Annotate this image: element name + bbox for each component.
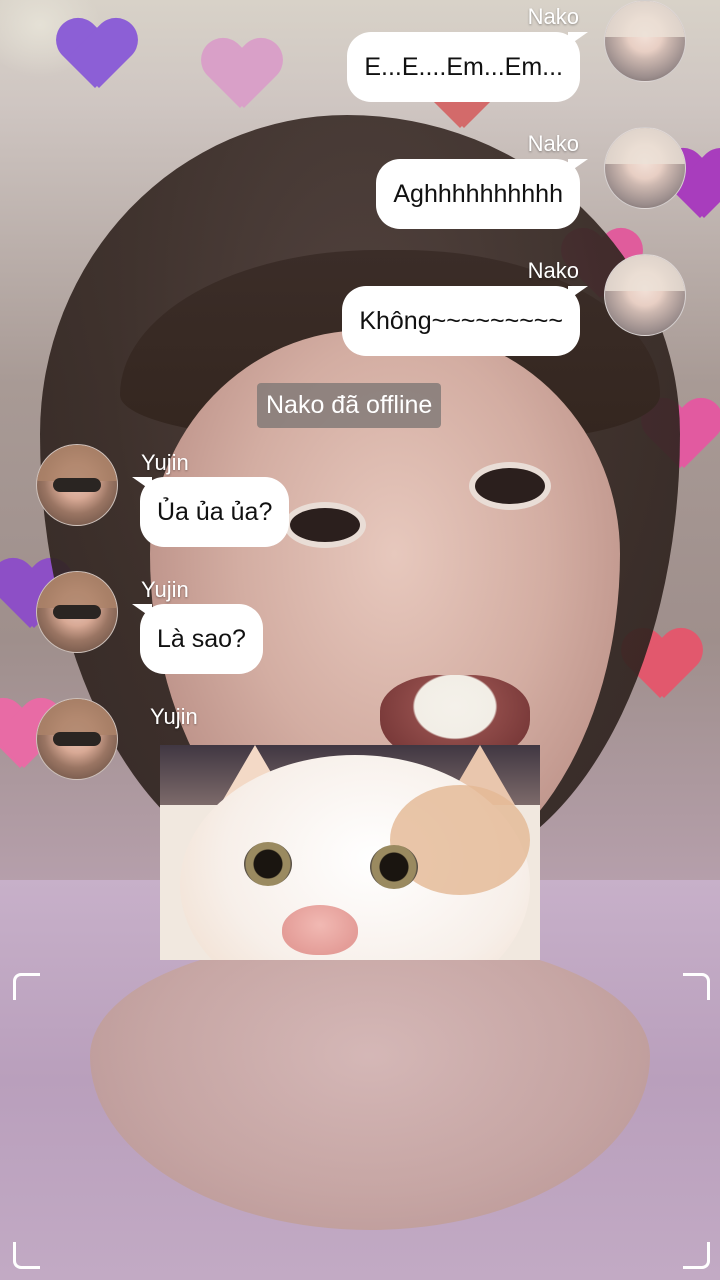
avatar-hair xyxy=(605,1,685,37)
image-message-cat[interactable] xyxy=(160,745,540,960)
viewfinder-corner-icon xyxy=(13,1242,40,1269)
sender-name: Nako xyxy=(527,131,579,156)
avatar-nako[interactable] xyxy=(604,0,686,82)
viewfinder-corner-icon xyxy=(683,973,710,1000)
sender-name: Yujin xyxy=(150,704,198,729)
sender-name: Nako xyxy=(527,4,579,29)
avatar-yujin[interactable] xyxy=(36,571,118,653)
chat-thread: Nako E...E....Em...Em... Nako Aghhhhhhhh… xyxy=(0,0,720,1280)
sender-name: Nako xyxy=(527,258,579,283)
avatar-yujin[interactable] xyxy=(36,698,118,780)
avatar-hair xyxy=(605,128,685,164)
cat-nose xyxy=(282,905,358,955)
avatar-nako[interactable] xyxy=(604,254,686,336)
cat-eye xyxy=(370,845,418,889)
avatar-sunglasses xyxy=(53,605,101,619)
avatar-sunglasses xyxy=(53,732,101,746)
cat-eye xyxy=(244,842,292,886)
avatar-yujin[interactable] xyxy=(36,444,118,526)
message-bubble[interactable]: Ủa ủa ủa? xyxy=(131,477,290,547)
avatar-hair xyxy=(605,255,685,291)
avatar-sunglasses xyxy=(53,478,101,492)
sender-name: Yujin xyxy=(141,577,189,602)
viewfinder-corner-icon xyxy=(13,973,40,1000)
message-bubble[interactable]: E...E....Em...Em... xyxy=(347,32,588,102)
system-notice: Nako đã offline xyxy=(257,383,442,428)
sender-name: Yujin xyxy=(141,450,189,475)
message-bubble[interactable]: Là sao? xyxy=(132,604,263,674)
avatar-hair xyxy=(37,572,117,608)
message-bubble[interactable]: Không~~~~~~~~~ xyxy=(342,286,588,356)
viewfinder-corner-icon xyxy=(683,1242,710,1269)
message-bubble[interactable]: Aghhhhhhhhhh xyxy=(376,159,588,229)
avatar-hair xyxy=(37,445,117,481)
avatar-nako[interactable] xyxy=(604,127,686,209)
avatar-hair xyxy=(37,699,117,735)
